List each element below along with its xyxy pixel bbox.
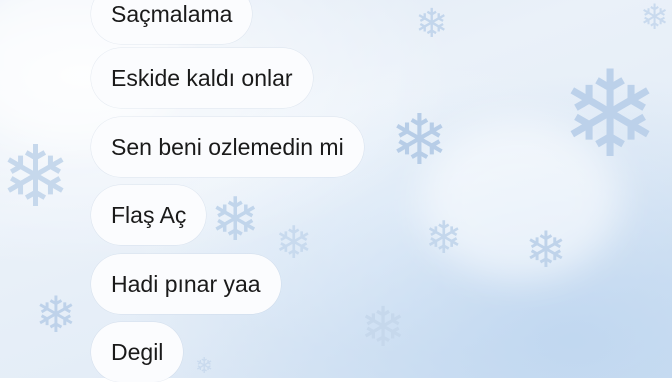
incoming-message-bubble[interactable]: Saçmalama <box>91 0 253 44</box>
message-text: Eskide kaldı onlar <box>111 64 293 91</box>
message-text: Degil <box>111 338 164 365</box>
snowflake-icon: ❄ <box>525 222 567 278</box>
snowflake-icon: ❄ <box>560 48 661 182</box>
incoming-message-bubble[interactable]: Flaş Aç <box>91 185 207 245</box>
message-text: Hadi pınar yaa <box>111 270 261 297</box>
message-text: Flaş Aç <box>111 201 187 228</box>
snowflake-icon: ❄ <box>35 287 77 343</box>
message-text: Saçmalama <box>111 0 233 27</box>
incoming-message-bubble[interactable]: Sen beni ozlemedin mi <box>91 117 364 177</box>
incoming-message-bubble[interactable]: Hadi pınar yaa <box>91 254 281 314</box>
incoming-message-bubble[interactable]: Degil <box>91 322 184 382</box>
snowflake-icon: ❄ <box>640 0 670 37</box>
message-text: Sen beni ozlemedin mi <box>111 133 344 160</box>
incoming-message-bubble[interactable]: Eskide kaldı onlar <box>91 48 313 108</box>
snowflake-icon: ❄ <box>0 130 72 225</box>
message-list: Saçmalama Eskide kaldı onlar Sen beni oz… <box>91 0 511 382</box>
